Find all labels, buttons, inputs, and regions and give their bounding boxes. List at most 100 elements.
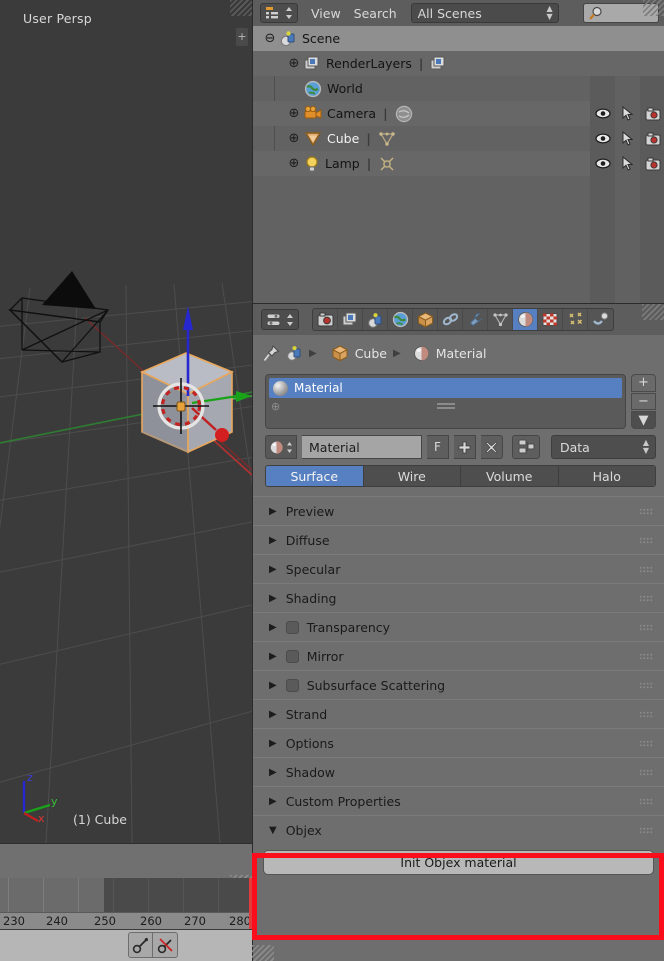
eye-icon[interactable] — [590, 151, 615, 176]
outliner-row-scene[interactable]: ⊖ Scene — [253, 26, 664, 51]
timeline-track[interactable] — [0, 878, 252, 912]
tab-physics[interactable] — [588, 309, 613, 330]
tab-modifiers[interactable] — [463, 309, 488, 330]
expand-twisty-icon[interactable]: ⊕ — [287, 131, 301, 146]
camera-render-icon[interactable] — [640, 126, 664, 151]
tab-data[interactable] — [488, 309, 513, 330]
panel-checkbox[interactable] — [285, 620, 299, 634]
outliner-editor-type-button[interactable] — [260, 3, 298, 23]
outliner-menu-view[interactable]: View — [311, 6, 341, 21]
panel-grip-icon[interactable] — [639, 711, 653, 718]
outliner-row-world[interactable]: World — [253, 76, 664, 101]
tab-constraints[interactable] — [438, 309, 463, 330]
timeline-ruler[interactable]: 230 240 250 260 270 280 — [0, 912, 252, 930]
tab-surface[interactable]: Surface — [266, 466, 364, 486]
eye-icon[interactable] — [590, 126, 615, 151]
breadcrumb-object-label[interactable]: Cube — [355, 346, 387, 361]
panel-grip-icon[interactable] — [639, 740, 653, 747]
panel-header-custom-properties[interactable]: ▶ Custom Properties — [253, 786, 664, 815]
pin-icon[interactable] — [263, 345, 280, 362]
properties-bottom-resize-grip[interactable] — [252, 945, 274, 961]
tab-particles[interactable] — [563, 309, 588, 330]
mesh-data-icon[interactable] — [378, 130, 396, 147]
outliner-resize-grip[interactable] — [643, 0, 664, 16]
expand-twisty-icon[interactable]: ⊕ — [287, 156, 301, 171]
viewport-toolshelf-plus-icon[interactable]: + — [236, 28, 248, 46]
panel-checkbox[interactable] — [285, 649, 299, 663]
slot-specials-button[interactable]: ▼ — [631, 411, 656, 430]
panel-header-diffuse[interactable]: ▶ Diffuse — [253, 525, 664, 554]
panel-grip-icon[interactable] — [639, 537, 653, 544]
renderlayer-data-icon[interactable] — [430, 55, 447, 72]
expand-twisty-icon[interactable]: ⊕ — [287, 56, 301, 71]
panel-grip-icon[interactable] — [639, 566, 653, 573]
material-datablock-browse-button[interactable] — [265, 435, 297, 459]
tab-wire[interactable]: Wire — [363, 466, 461, 486]
eye-icon[interactable] — [590, 101, 615, 126]
panel-header-preview[interactable]: ▶ Preview — [253, 496, 664, 525]
tab-render-layers[interactable] — [338, 309, 363, 330]
camera-data-icon[interactable] — [395, 105, 413, 123]
scene-icon[interactable] — [286, 345, 303, 362]
properties-editor-type-button[interactable] — [261, 309, 299, 330]
new-material-button[interactable] — [454, 435, 476, 459]
panel-grip-icon[interactable] — [639, 798, 653, 805]
panel-header-shadow[interactable]: ▶ Shadow — [253, 757, 664, 786]
panel-header-shading[interactable]: ▶ Shading — [253, 583, 664, 612]
tab-render[interactable] — [313, 309, 338, 330]
material-slot-list[interactable]: Material ⊕ — [265, 374, 626, 429]
tab-object[interactable] — [413, 309, 438, 330]
breadcrumb-material-label[interactable]: Material — [436, 346, 487, 361]
panel-grip-icon[interactable] — [639, 595, 653, 602]
panel-header-mirror[interactable]: ▶ Mirror — [253, 641, 664, 670]
panel-header-options[interactable]: ▶ Options — [253, 728, 664, 757]
bone-link-icon[interactable] — [128, 932, 153, 958]
init-objex-material-button[interactable]: Init Objex material — [263, 850, 654, 875]
outliner-tree[interactable]: ⊖ Scene ⊕ RenderLayers | World ⊕ Camera … — [253, 26, 664, 303]
outliner-row-renderlayers[interactable]: ⊕ RenderLayers | — [253, 51, 664, 76]
outliner-row-cube[interactable]: ⊕ Cube | — [253, 126, 664, 151]
tab-halo[interactable]: Halo — [558, 466, 655, 486]
material-slot-list-grip[interactable]: ⊕ — [269, 398, 622, 414]
viewport-resize-grip[interactable] — [230, 0, 252, 16]
material-name-input[interactable]: Material — [302, 435, 422, 459]
use-nodes-button[interactable] — [512, 435, 540, 459]
cursor-arrow-icon[interactable] — [615, 151, 640, 176]
panel-grip-icon[interactable] — [639, 769, 653, 776]
properties-editor[interactable]: ▶ Cube ▶ Material Material ⊕ + − ▼ Mater… — [252, 303, 664, 961]
panel-grip-icon[interactable] — [639, 508, 653, 515]
panel-grip-icon[interactable] — [639, 653, 653, 660]
panel-grip-icon[interactable] — [639, 827, 653, 834]
panel-grip-icon[interactable] — [639, 682, 653, 689]
outliner-row-lamp[interactable]: ⊕ Lamp | — [253, 151, 664, 176]
tab-world[interactable] — [388, 309, 413, 330]
3d-viewport[interactable]: User Persp + z y x (1) Cube — [0, 0, 252, 843]
tab-scene[interactable] — [363, 309, 388, 330]
tab-material[interactable] — [513, 309, 538, 330]
panel-header-strand[interactable]: ▶ Strand — [253, 699, 664, 728]
fake-user-button[interactable]: F — [427, 435, 449, 459]
outliner-row-camera[interactable]: ⊕ Camera | — [253, 101, 664, 126]
bone-unlink-icon[interactable] — [153, 932, 178, 958]
properties-resize-grip[interactable] — [642, 304, 664, 320]
cursor-arrow-icon[interactable] — [615, 126, 640, 151]
camera-render-icon[interactable] — [640, 151, 664, 176]
outliner-menu-search[interactable]: Search — [354, 6, 397, 21]
camera-render-icon[interactable] — [640, 101, 664, 126]
expand-twisty-icon[interactable]: ⊕ — [287, 106, 301, 121]
tab-texture[interactable] — [538, 309, 563, 330]
bottom-toolbar[interactable] — [0, 929, 252, 961]
timeline-editor[interactable]: 230 240 250 260 270 280 — [0, 843, 252, 930]
collapse-twisty-icon[interactable]: ⊖ — [263, 31, 277, 46]
outliner-display-mode-select[interactable]: All Scenes ▲ ▼ — [410, 3, 559, 23]
unlink-material-button[interactable] — [481, 435, 503, 459]
tab-volume[interactable]: Volume — [461, 466, 559, 486]
material-slot-row[interactable]: Material — [269, 378, 622, 398]
panel-header-objex[interactable]: ▼ Objex — [253, 815, 664, 844]
panel-header-transparency[interactable]: ▶ Transparency — [253, 612, 664, 641]
material-link-select[interactable]: Data ▲ ▼ — [551, 435, 656, 459]
panel-header-specular[interactable]: ▶ Specular — [253, 554, 664, 583]
panel-header-subsurface-scattering[interactable]: ▶ Subsurface Scattering — [253, 670, 664, 699]
panel-checkbox[interactable] — [285, 678, 299, 692]
outliner-editor[interactable]: View Search All Scenes ▲ ▼ ⊖ Scene ⊕ Ren… — [252, 0, 664, 303]
